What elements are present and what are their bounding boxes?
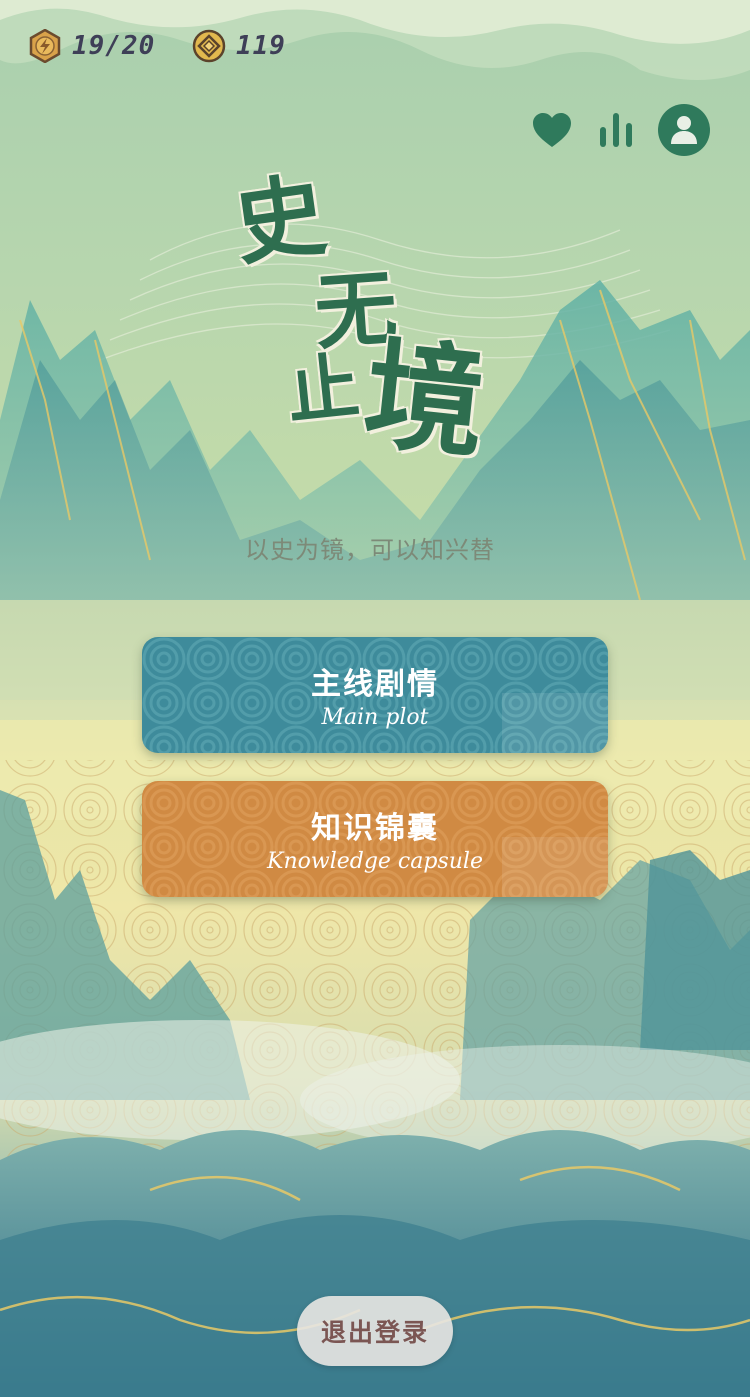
top-right-actions xyxy=(530,104,710,156)
coin-value: 119 xyxy=(236,31,286,61)
knowledge-capsule-label: 知识锦囊 xyxy=(311,811,439,846)
main-plot-label: 主线剧情 xyxy=(311,667,439,702)
title-char-3: 止 xyxy=(282,342,364,435)
main-plot-sublabel: Main plot xyxy=(321,705,429,730)
title-char-4: 境 xyxy=(358,323,493,476)
energy-stat: 19/20 xyxy=(28,28,155,64)
energy-badge-icon xyxy=(28,29,62,63)
logout-label: 退出登录 xyxy=(320,1318,429,1347)
heart-icon[interactable] xyxy=(530,108,574,152)
bar-chart-icon[interactable] xyxy=(594,108,638,152)
game-title: 史 无 止 境 xyxy=(215,161,535,485)
main-plot-button[interactable]: 主线剧情 Main plot xyxy=(142,637,608,753)
coin-stat: 119 xyxy=(192,28,286,64)
home-screen: 19/20 119 史 无 止 境 以史为镜，可以知兴替 主线剧情 Main p… xyxy=(0,0,750,1397)
user-icon[interactable] xyxy=(658,104,710,156)
knowledge-capsule-sublabel: Knowledge capsule xyxy=(267,849,483,874)
knowledge-capsule-button[interactable]: 知识锦囊 Knowledge capsule xyxy=(142,781,608,897)
title-char-1: 史 xyxy=(228,161,332,279)
logout-button[interactable]: 退出登录 xyxy=(297,1296,453,1366)
subtitle-motto: 以史为镜，可以知兴替 xyxy=(245,536,495,564)
coin-icon xyxy=(192,29,226,63)
energy-value: 19/20 xyxy=(72,31,156,61)
